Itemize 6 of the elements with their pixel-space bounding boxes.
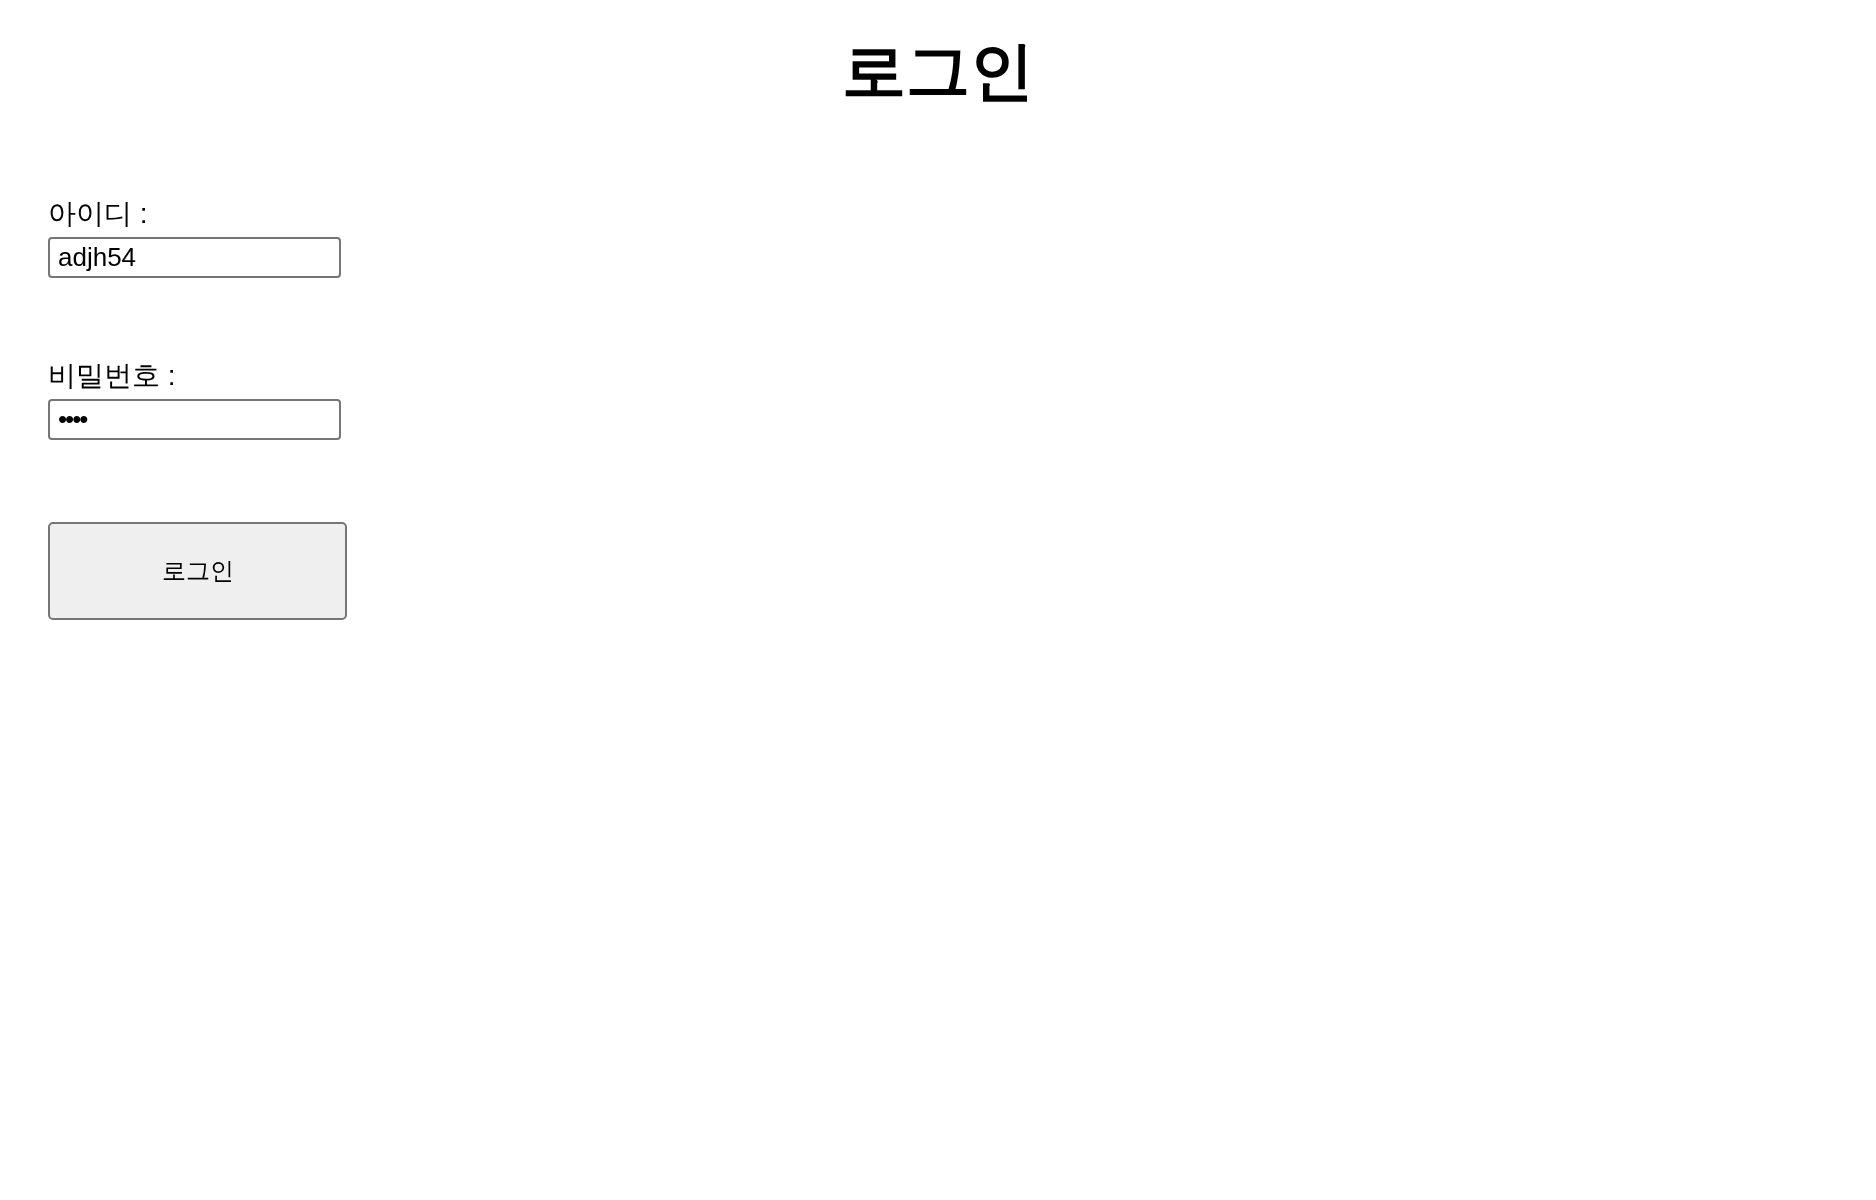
field-label: 비밀번호 :	[48, 359, 176, 393]
field-label: 아이디 :	[48, 197, 148, 231]
page-title: 로그인	[842, 36, 1034, 106]
password-field[interactable]: ••••	[48, 399, 341, 440]
text-field[interactable]: adjh54	[48, 237, 341, 278]
login-button[interactable]: 로그인	[48, 522, 347, 620]
